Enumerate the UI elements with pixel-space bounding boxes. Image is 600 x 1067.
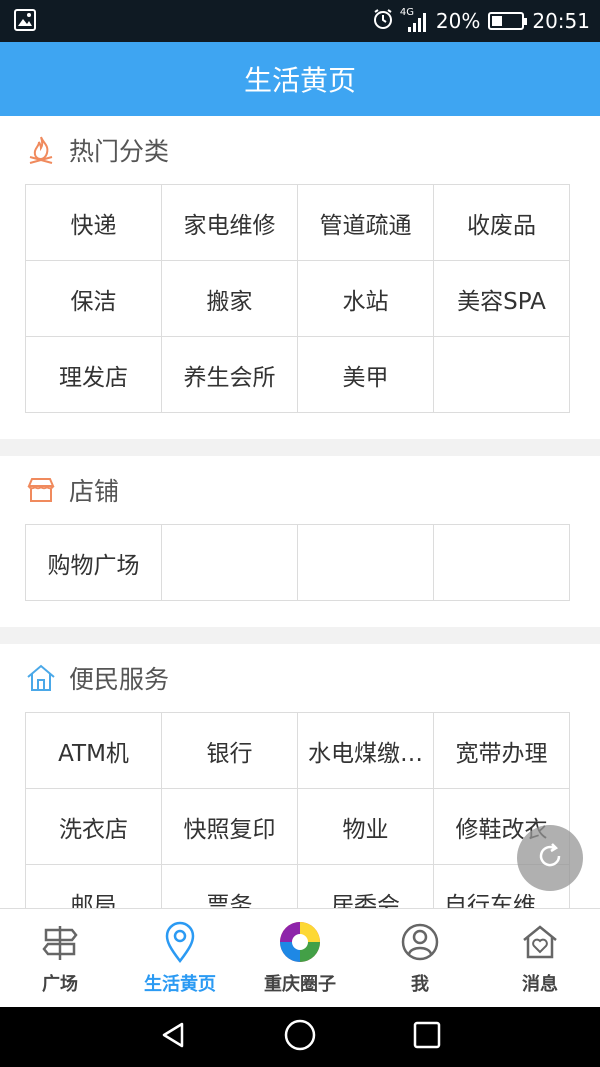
category-item[interactable]: 养生会所 xyxy=(162,337,298,413)
tab-chongqing-circle[interactable]: 重庆圈子 xyxy=(240,909,360,1007)
service-item[interactable]: 洗衣店 xyxy=(26,789,162,865)
tab-messages[interactable]: 消息 xyxy=(480,909,600,1007)
service-item[interactable]: 水电煤缴… xyxy=(298,713,434,789)
service-item[interactable]: 物业 xyxy=(298,789,434,865)
service-item[interactable]: 快照复印 xyxy=(162,789,298,865)
tab-label: 广场 xyxy=(42,974,78,995)
category-item[interactable]: 收废品 xyxy=(434,185,570,261)
section-title: 便民服务 xyxy=(69,665,170,694)
tab-label: 生活黄页 xyxy=(144,974,216,995)
section-convenience-services: 便民服务 ATM机 银行 水电煤缴… 宽带办理 洗衣店 快照复印 物业 修鞋改衣… xyxy=(0,644,600,908)
home-icon[interactable] xyxy=(283,1018,317,1056)
tab-me[interactable]: 我 xyxy=(360,909,480,1007)
camera-aperture-icon xyxy=(278,920,322,964)
tab-label: 重庆圈子 xyxy=(264,974,336,995)
store-item-empty xyxy=(162,525,298,601)
gallery-notification-icon xyxy=(14,9,36,35)
battery-icon xyxy=(488,12,528,30)
category-item[interactable]: 快递 xyxy=(26,185,162,261)
category-item[interactable]: 家电维修 xyxy=(162,185,298,261)
store-icon xyxy=(25,474,57,506)
status-bar: 4G 20% 20:51 xyxy=(0,0,600,42)
category-item[interactable]: 美容SPA xyxy=(434,261,570,337)
tab-label: 消息 xyxy=(522,974,558,995)
category-item[interactable]: 美甲 xyxy=(298,337,434,413)
section-hot-categories: 热门分类 快递 家电维修 管道疏通 收废品 保洁 搬家 水站 美容SPA 理发店… xyxy=(0,116,600,439)
store-item-empty xyxy=(298,525,434,601)
category-item[interactable]: 管道疏通 xyxy=(298,185,434,261)
service-item[interactable]: 邮局 xyxy=(26,865,162,908)
system-nav-bar xyxy=(0,1007,600,1067)
tab-plaza[interactable]: 广场 xyxy=(0,909,120,1007)
page-title: 生活黄页 xyxy=(0,42,600,116)
section-title: 店铺 xyxy=(69,477,120,506)
battery-percent: 20% xyxy=(435,9,481,33)
store-item-empty xyxy=(434,525,570,601)
section-stores: 店铺 购物广场 xyxy=(0,456,600,627)
back-icon[interactable] xyxy=(158,1020,188,1054)
service-item[interactable]: 宽带办理 xyxy=(434,713,570,789)
category-item[interactable]: 水站 xyxy=(298,261,434,337)
signpost-icon xyxy=(38,920,82,964)
bottom-tab-bar: 广场 生活黄页 重庆圈子 我 消息 xyxy=(0,908,600,1007)
service-item[interactable]: 居委会 xyxy=(298,865,434,908)
signal-icon: 4G xyxy=(399,7,428,33)
refresh-icon xyxy=(535,841,565,875)
house-icon xyxy=(25,662,57,694)
category-item-empty xyxy=(434,337,570,413)
category-item[interactable]: 理发店 xyxy=(26,337,162,413)
heart-house-icon xyxy=(518,920,562,964)
alarm-icon xyxy=(372,8,394,35)
user-icon xyxy=(398,920,442,964)
tab-label: 我 xyxy=(411,974,429,995)
fire-icon xyxy=(25,134,57,166)
service-grid: ATM机 银行 水电煤缴… 宽带办理 洗衣店 快照复印 物业 修鞋改衣 邮局 票… xyxy=(25,712,570,908)
network-type: 4G xyxy=(399,7,415,18)
store-item[interactable]: 购物广场 xyxy=(26,525,162,601)
location-pin-icon xyxy=(158,920,202,964)
tab-yellow-pages[interactable]: 生活黄页 xyxy=(120,909,240,1007)
content-scroll[interactable]: 热门分类 快递 家电维修 管道疏通 收废品 保洁 搬家 水站 美容SPA 理发店… xyxy=(0,116,600,908)
category-grid: 快递 家电维修 管道疏通 收废品 保洁 搬家 水站 美容SPA 理发店 养生会所… xyxy=(25,184,570,413)
category-item[interactable]: 保洁 xyxy=(26,261,162,337)
refresh-button[interactable] xyxy=(517,825,583,891)
section-title: 热门分类 xyxy=(69,137,170,166)
service-item[interactable]: ATM机 xyxy=(26,713,162,789)
category-item[interactable]: 搬家 xyxy=(162,261,298,337)
service-item[interactable]: 银行 xyxy=(162,713,298,789)
clock: 20:51 xyxy=(532,9,590,33)
service-item[interactable]: 票务 xyxy=(162,865,298,908)
store-grid: 购物广场 xyxy=(25,524,570,601)
recents-icon[interactable] xyxy=(412,1020,442,1054)
